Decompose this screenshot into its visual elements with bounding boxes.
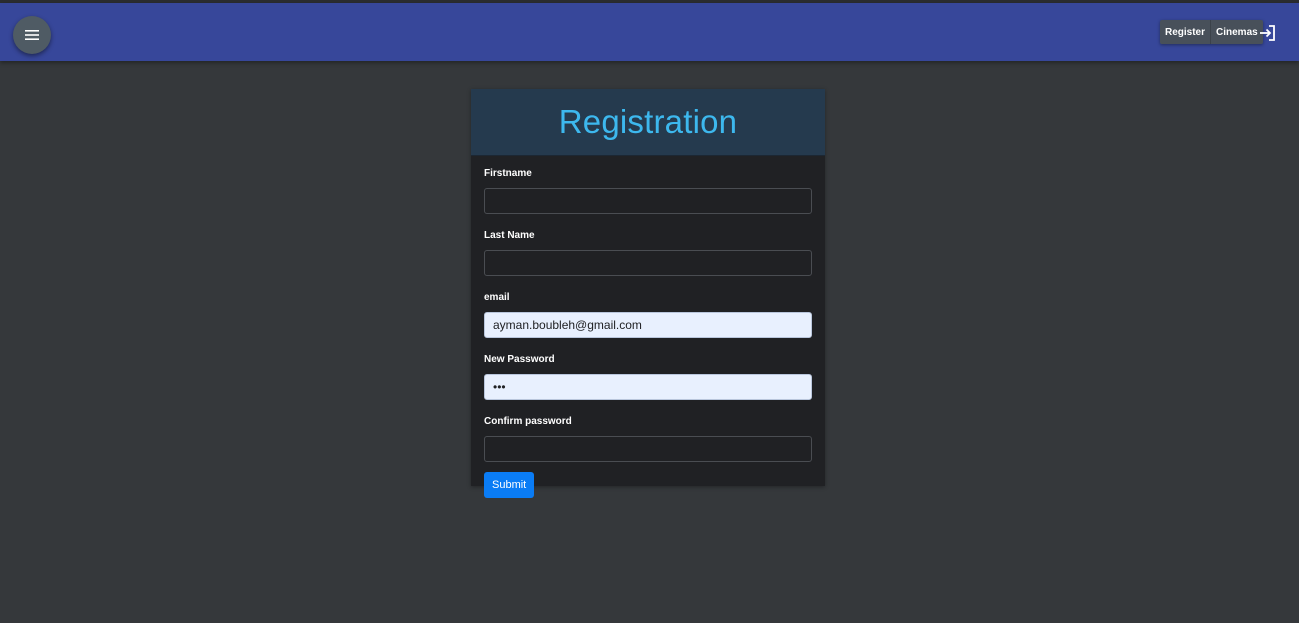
card-header: Registration <box>471 89 825 156</box>
page-title: Registration <box>558 103 738 140</box>
register-nav-button[interactable]: Register <box>1160 20 1211 44</box>
nav-button-group: Register Cinemas <box>1160 20 1263 44</box>
firstname-input[interactable] <box>484 188 812 214</box>
login-arrow-icon[interactable] <box>1258 23 1278 43</box>
registration-card: Registration Firstname Last Name email N… <box>471 89 825 498</box>
new-password-label: New Password <box>484 354 555 365</box>
last-name-input[interactable] <box>484 250 812 276</box>
submit-button[interactable]: Submit <box>484 472 535 498</box>
email-input[interactable] <box>484 312 812 338</box>
email-label: email <box>484 292 510 303</box>
confirm-password-input[interactable] <box>484 436 812 462</box>
registration-form: Firstname Last Name email New Password C… <box>484 167 812 498</box>
menu-button[interactable] <box>13 16 51 54</box>
new-password-input[interactable] <box>484 374 812 400</box>
last-name-label: Last Name <box>484 230 535 241</box>
top-navbar: Register Cinemas <box>0 3 1299 61</box>
hamburger-menu-icon <box>25 30 39 40</box>
firstname-label: Firstname <box>484 168 532 179</box>
cinemas-nav-button[interactable]: Cinemas <box>1210 20 1263 44</box>
confirm-password-label: Confirm password <box>484 416 572 427</box>
